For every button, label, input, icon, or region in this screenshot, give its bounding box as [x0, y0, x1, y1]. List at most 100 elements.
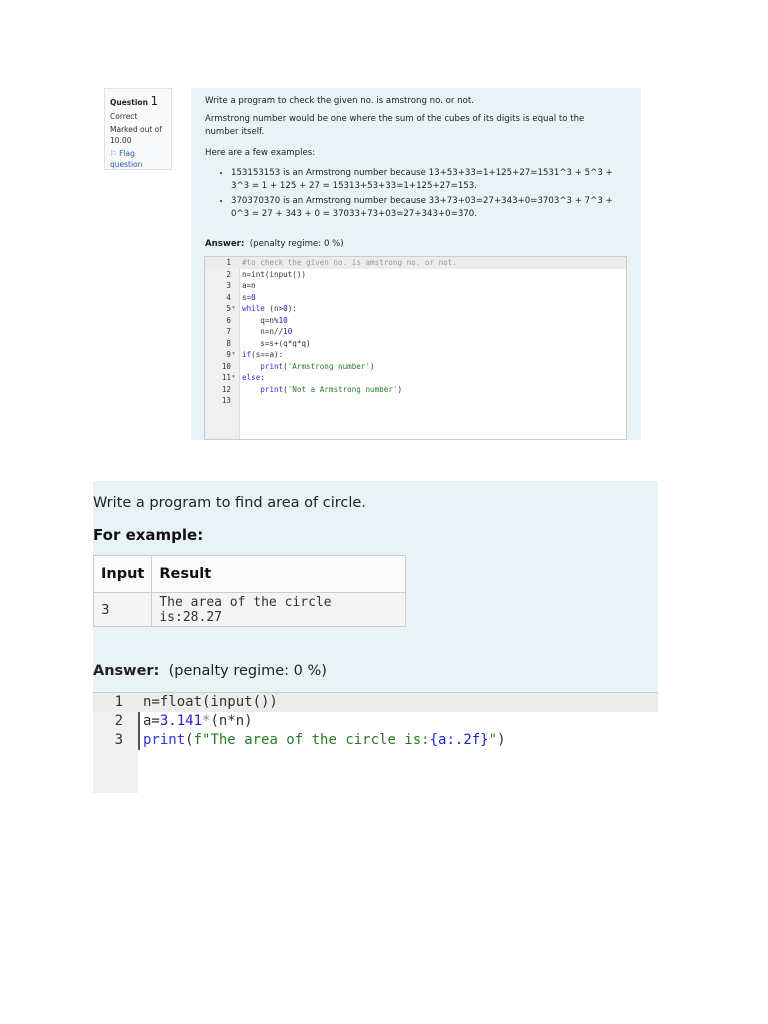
table-row: 3 The area of the circle is:28.27 [92, 592, 406, 627]
fold-arrow-icon[interactable]: ▼ [232, 372, 235, 384]
code-text: a=3.141*(n*n) [143, 712, 253, 731]
code-text: q=n%10 [242, 315, 288, 327]
code-token: 3.141 [159, 713, 203, 729]
code-line[interactable]: 3 a=n [205, 280, 626, 292]
code-token: f"The area of the circle is: [193, 732, 430, 748]
code-text: n=int(input()) [242, 269, 306, 281]
table-cell: The area of the circle is:28.27 [151, 592, 406, 627]
fold-arrow-icon[interactable]: ▼ [232, 349, 235, 361]
code-token: n=float(input()) [143, 694, 278, 710]
code-token: print [260, 361, 284, 371]
line-number: 8 [226, 338, 231, 348]
code-token: q=n% [242, 315, 279, 325]
code-line[interactable]: 11 ▼ else: [205, 372, 626, 384]
code-text: a=n [242, 280, 256, 292]
code-token: {a:.2f} [429, 732, 489, 748]
code-token: a=n [242, 281, 256, 290]
code-line[interactable]: 13 [205, 395, 626, 407]
code-token: s=s+(q*q*q) [242, 338, 311, 348]
code-line[interactable]: 5 ▼ while (n>0): [205, 303, 626, 315]
code-text: while (n>0): [242, 303, 297, 315]
line-number: 1 [114, 694, 123, 710]
code-text: print('Not a Armstrong number') [242, 384, 402, 396]
example-item: 153153153 is an Armstrong number because… [231, 167, 630, 193]
code-text: else: [242, 372, 265, 384]
code-text: if(s==a): [242, 349, 283, 361]
code-token: 10 [283, 327, 293, 336]
question-info-panel: Question 1 Correct Marked out of 10.00 ⚐… [104, 88, 172, 170]
answer-heading: Answer: (penalty regime: 0 %) [93, 663, 327, 679]
code-line[interactable]: 6 q=n%10 [205, 315, 626, 327]
code-editor[interactable]: 1 n=float(input()) 2 a=3.141*(n*n) 3 print(f"… [93, 692, 658, 793]
code-token: 'Armstrong number' [287, 361, 371, 371]
code-line[interactable]: 3 print(f"The area of the circle is:{a:.2… [93, 731, 658, 750]
code-editor[interactable]: 1 #to check the given no. is amstrong no.… [204, 256, 627, 440]
line-number: 9 [226, 350, 231, 359]
code-token: a= [143, 713, 160, 729]
line-number: 10 [221, 361, 231, 371]
marked-out-of-label: Marked out of [110, 125, 162, 135]
code-text: n=n//10 [242, 326, 292, 338]
line-number: 4 [226, 292, 231, 302]
code-line[interactable]: 1 n=float(input()) [93, 693, 658, 712]
code-token: n=n// [242, 327, 284, 336]
code-line[interactable]: 10 print('Armstrong number') [205, 361, 626, 373]
for-example-heading: For example: [93, 526, 204, 544]
question-1-content: Write a program to check the given no. i… [191, 88, 641, 440]
code-token: s= [242, 292, 252, 302]
table-header: Result [151, 555, 406, 593]
question-number: Question 1 [110, 94, 159, 108]
examples-list: 153153153 is an Armstrong number because… [205, 167, 630, 221]
code-token: if [242, 350, 252, 359]
code-token: (s==a): [251, 350, 284, 359]
code-text: n=float(input()) [143, 693, 278, 712]
example-table: Input Result 3 The area of the circle is:2… [92, 555, 406, 627]
code-token: n=int(input()) [242, 269, 307, 279]
code-token: 'Not a Armstrong number' [287, 384, 398, 394]
line-number: 7 [226, 327, 231, 336]
code-token: 10 [278, 315, 288, 325]
table-header: Input [92, 555, 153, 593]
code-line[interactable]: 9 ▼ if(s==a): [205, 349, 626, 361]
mark-value: 10.00 [110, 135, 132, 145]
example-item: 370370370 is an Armstrong number because… [231, 195, 630, 221]
code-text: s=s+(q*q*q) [242, 338, 311, 350]
code-line[interactable]: 2 a=3.141*(n*n) [93, 712, 658, 731]
code-token: " [488, 732, 498, 748]
flag-question-link[interactable]: ⚐ Flag question [110, 149, 166, 170]
code-token: #to check the given no. is amstrong no. … [242, 258, 457, 267]
question-prompt: Write a program to find area of circle. [93, 495, 366, 511]
line-number: 2 [114, 713, 123, 729]
table-cell: 3 [92, 592, 153, 627]
code-token: ) [497, 732, 506, 748]
fold-arrow-icon[interactable]: ▼ [232, 303, 235, 315]
line-number: 11 [221, 373, 231, 382]
code-line[interactable]: 2 n=int(input()) [205, 269, 626, 281]
line-number: 12 [221, 384, 231, 394]
code-text: s=0 [242, 292, 256, 304]
code-line[interactable]: 4 s=0 [205, 292, 626, 304]
question-prompt: Write a program to check the given no. i… [205, 96, 474, 106]
code-line[interactable]: 7 n=n//10 [205, 326, 626, 338]
line-number: 3 [226, 281, 231, 290]
question-definition: Armstrong number would be one where the … [205, 114, 585, 137]
code-token: else [242, 373, 261, 382]
examples-intro: Here are a few examples: [205, 148, 316, 158]
code-token: : [260, 373, 265, 382]
code-token: ): [287, 304, 297, 313]
code-line[interactable]: 1 #to check the given no. is amstrong no.… [205, 257, 626, 269]
code-line[interactable]: 12 print('Not a Armstrong number') [205, 384, 626, 396]
code-text: print('Armstrong number') [242, 361, 374, 373]
code-line[interactable]: 8 s=s+(q*q*q) [205, 338, 626, 350]
question-status: Correct [110, 111, 138, 121]
code-text: print(f"The area of the circle is:{a:.2f… [143, 731, 506, 750]
code-token: while [242, 304, 265, 313]
code-token: print [143, 732, 186, 748]
code-token: (n*n) [210, 713, 253, 729]
flag-icon: ⚐ [110, 149, 117, 159]
line-number: 1 [226, 258, 231, 267]
line-number: 2 [226, 269, 231, 279]
answer-heading: Answer: (penalty regime: 0 %) [205, 239, 344, 249]
code-token: ( [185, 732, 194, 748]
